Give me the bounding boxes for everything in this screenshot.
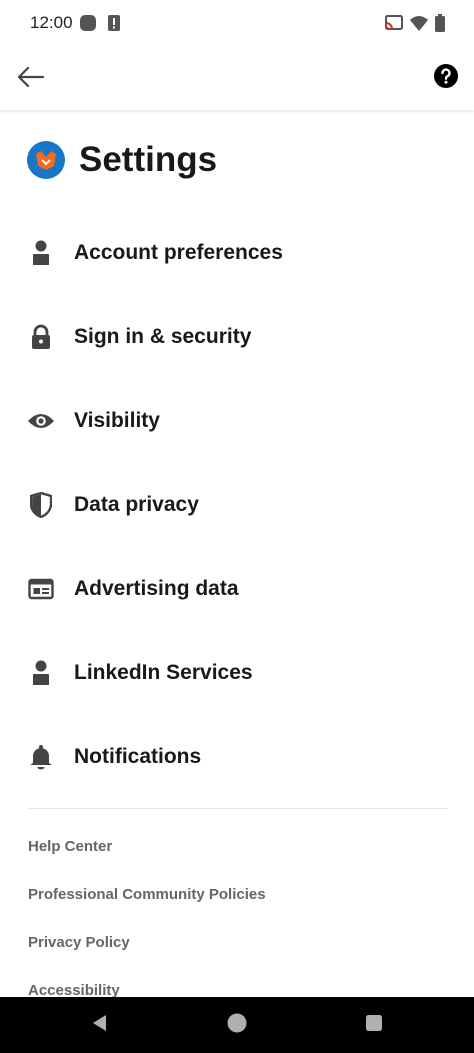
app-bar bbox=[0, 46, 474, 110]
menu-item-visibility[interactable]: Visibility bbox=[0, 379, 474, 463]
question-circle-icon bbox=[433, 63, 459, 94]
system-back-button[interactable] bbox=[88, 1013, 112, 1037]
menu-item-label: Notifications bbox=[74, 745, 202, 768]
status-time: 12:00 bbox=[30, 13, 73, 32]
menu-item-sign-in-security[interactable]: Sign in & security bbox=[0, 295, 474, 379]
menu-item-label: LinkedIn Services bbox=[74, 661, 253, 684]
shield-icon bbox=[27, 491, 55, 519]
menu-item-label: Data privacy bbox=[74, 493, 199, 516]
system-nav-bar bbox=[0, 997, 474, 1053]
lock-icon bbox=[27, 323, 55, 351]
menu-item-account-preferences[interactable]: Account preferences bbox=[0, 211, 474, 295]
eye-icon bbox=[27, 407, 55, 435]
person-icon bbox=[27, 239, 55, 267]
footer-link-privacy-policy[interactable]: Privacy Policy bbox=[28, 932, 266, 980]
person-icon bbox=[27, 659, 55, 687]
menu-item-label: Account preferences bbox=[74, 241, 283, 264]
menu-item-label: Advertising data bbox=[74, 577, 239, 600]
cast-icon bbox=[384, 14, 404, 37]
menu-item-advertising-data[interactable]: Advertising data bbox=[0, 547, 474, 631]
wifi-icon bbox=[409, 14, 429, 37]
menu-item-linkedin-services[interactable]: LinkedIn Services bbox=[0, 631, 474, 715]
menu-item-label: Visibility bbox=[74, 409, 160, 432]
alert-icon bbox=[106, 14, 122, 37]
brand-logo-icon bbox=[27, 141, 65, 179]
arrow-left-icon bbox=[17, 66, 45, 93]
system-home-button[interactable] bbox=[225, 1013, 249, 1037]
ad-card-icon bbox=[27, 575, 55, 603]
menu-item-label: Sign in & security bbox=[74, 325, 252, 348]
system-recents-button[interactable] bbox=[362, 1013, 386, 1037]
back-button[interactable] bbox=[14, 62, 48, 96]
back-triangle-icon bbox=[90, 1013, 110, 1038]
status-bar: 12:00 bbox=[0, 0, 474, 46]
footer-link-help-center[interactable]: Help Center bbox=[28, 836, 266, 884]
battery-icon bbox=[434, 14, 446, 37]
status-left-icons bbox=[79, 14, 122, 37]
settings-menu: Account preferences Sign in & security V… bbox=[0, 211, 474, 799]
footer-link-community-policies[interactable]: Professional Community Policies bbox=[28, 884, 266, 932]
divider bbox=[28, 808, 448, 809]
menu-item-notifications[interactable]: Notifications bbox=[0, 715, 474, 799]
notification-dot-icon bbox=[79, 14, 97, 37]
recents-square-icon bbox=[364, 1013, 384, 1038]
home-circle-icon bbox=[226, 1012, 248, 1039]
help-button[interactable] bbox=[432, 63, 460, 94]
menu-item-data-privacy[interactable]: Data privacy bbox=[0, 463, 474, 547]
bell-icon bbox=[27, 743, 55, 771]
page-title: Settings bbox=[79, 140, 218, 179]
page-header: Settings bbox=[27, 140, 217, 180]
status-right-icons bbox=[384, 14, 446, 37]
